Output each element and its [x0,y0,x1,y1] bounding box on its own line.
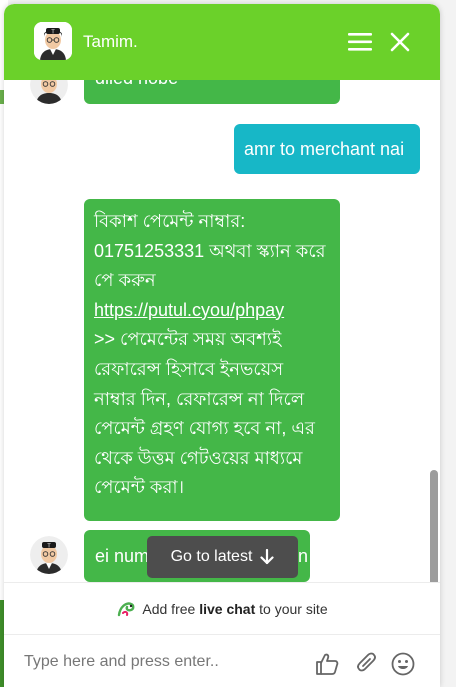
message-text: n [298,546,309,566]
agent-message-avatar [30,80,68,104]
chat-header: T Tamim. [4,4,440,80]
message-text: >> পেমেন্টের সময় অবশ্যই রেফারেন্স হিসাব… [94,329,315,498]
agent-message: diled hobe [84,80,340,104]
agent-avatar-icon: T [34,22,72,60]
emoji-icon[interactable] [390,651,416,677]
agent-message-avatar: T [30,536,68,574]
message-text: diled hobe [95,80,178,93]
close-icon[interactable] [388,30,412,54]
message-input[interactable] [22,649,306,675]
go-to-latest-button[interactable]: Go to latest [147,536,298,578]
promo-text-bold: live chat [199,600,256,617]
message-scrollbar[interactable] [430,470,438,582]
promo-text: Add free [142,600,200,617]
agent-message: বিকাশ পেমেন্ট নাম্বার: 01751253331 অথবা … [84,199,340,521]
message-text: বিকাশ পেমেন্ট নাম্বার: 01751253331 অথবা … [94,211,326,291]
thumbs-up-icon[interactable] [314,651,340,677]
agent-avatar: T [34,22,72,60]
chameleon-logo-icon [118,601,135,616]
message-list[interactable]: diled hobe amr to merchant nai বিকাশ পেম… [4,80,440,582]
agent-name: Tamim. [83,32,138,51]
user-message: amr to merchant nai [234,124,420,174]
arrow-down-icon [260,549,275,565]
go-to-latest-label: Go to latest [170,548,253,565]
message-composer [4,634,440,687]
message-text: amr to merchant nai [244,139,405,159]
payment-link[interactable]: https://putul.cyou/phpay [94,300,284,320]
hamburger-menu-icon[interactable] [348,31,372,53]
chat-widget: T Tamim. amr to merchant nai বিকাশ পেমেন… [4,4,440,687]
promo-text: to your site [255,600,328,617]
message-text: ei num [95,546,150,566]
paperclip-icon[interactable] [354,651,380,677]
promo-banner[interactable]: Add free live chat to your site [4,582,440,634]
